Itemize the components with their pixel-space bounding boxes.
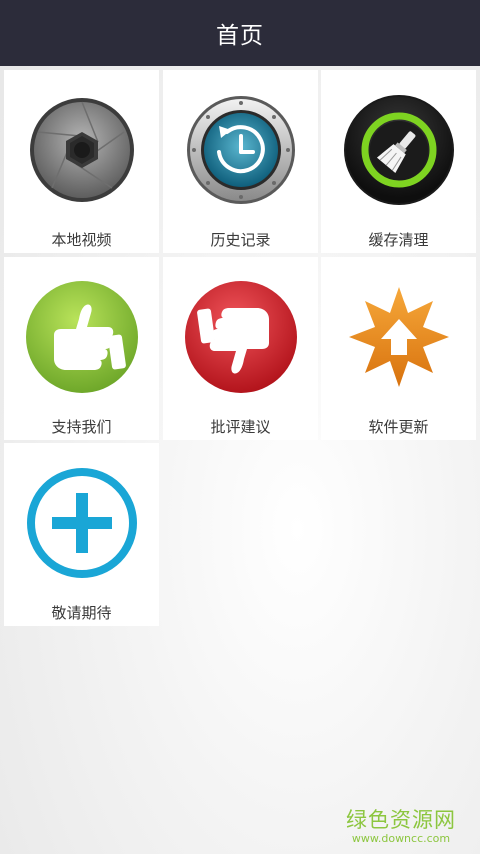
tile-label: 支持我们 — [51, 418, 112, 436]
cache-clean-brush-icon — [341, 92, 457, 208]
app-header: 首页 — [0, 0, 480, 66]
watermark: 绿色资源网 www.downcc.com — [346, 808, 456, 846]
update-star-arrow-icon — [341, 279, 457, 395]
tile-software-update[interactable]: 软件更新 — [321, 257, 476, 440]
plus-circle-icon — [24, 465, 140, 581]
watermark-title: 绿色资源网 — [346, 808, 456, 832]
thumbs-down-icon — [183, 279, 299, 395]
tile-label: 软件更新 — [368, 418, 429, 436]
tile-local-video[interactable]: 本地视频 — [4, 70, 159, 253]
thumbs-up-icon — [24, 279, 140, 395]
tile-label: 本地视频 — [51, 231, 112, 249]
tile-support-us[interactable]: 支持我们 — [4, 257, 159, 440]
tile-label: 批评建议 — [210, 418, 271, 436]
camera-shutter-icon — [24, 92, 140, 208]
history-clock-icon — [183, 92, 299, 208]
tile-coming-soon[interactable]: 敬请期待 — [4, 443, 159, 626]
tile-history[interactable]: 历史记录 — [163, 70, 318, 253]
tile-label: 缓存清理 — [368, 231, 429, 249]
tile-label: 敬请期待 — [51, 604, 112, 622]
tile-cache-clean[interactable]: 缓存清理 — [321, 70, 476, 253]
watermark-url: www.downcc.com — [351, 832, 451, 845]
tile-label: 历史记录 — [210, 231, 271, 249]
page-title: 首页 — [216, 23, 264, 49]
tile-feedback[interactable]: 批评建议 — [163, 257, 318, 440]
